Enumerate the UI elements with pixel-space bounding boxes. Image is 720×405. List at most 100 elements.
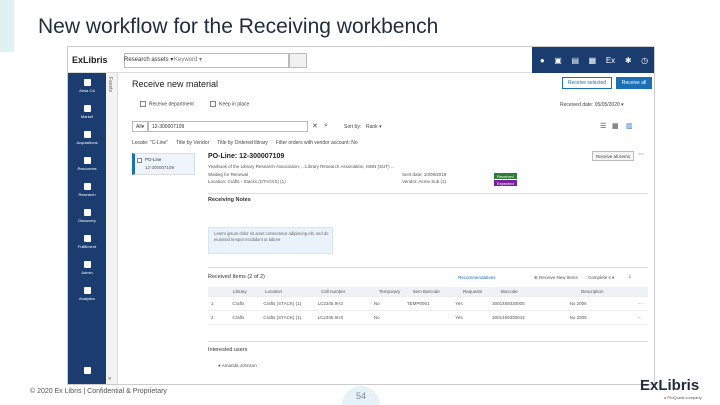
receive-department-checkbox[interactable]: Receive department — [140, 101, 194, 107]
slide: New workflow for the Receiving workbench… — [0, 0, 720, 405]
corner-accent — [0, 0, 14, 52]
receiving-notes-box[interactable]: Lorem ipsum dolor sit amet consectetur a… — [208, 227, 333, 254]
calendar-icon[interactable]: ▦ — [589, 56, 597, 65]
table-cell: TEMP0001 — [406, 301, 430, 306]
search-icon[interactable]: ⌕ — [324, 122, 328, 130]
clear-icon[interactable]: ✕ — [312, 122, 318, 130]
filter-chip[interactable]: Title by Vendor — [176, 140, 209, 146]
filter-chip[interactable]: Filter orders with vendor account: No — [276, 140, 358, 146]
table-cell: 3001459330005 — [492, 301, 525, 306]
receiving-notes-label: Receiving Notes — [208, 197, 251, 203]
chart-icon[interactable]: ▤ — [571, 56, 579, 65]
notes-text: Lorem ipsum dolor sit amet consectetur a… — [214, 231, 329, 242]
column-header[interactable]: Location — [262, 289, 318, 294]
status-badge: Expected — [494, 180, 517, 186]
interested-users-label: Interested users — [208, 347, 248, 353]
keep-in-place-checkbox[interactable]: Keep in place — [210, 101, 249, 107]
list-item-subtitle: 12-300007109 — [145, 165, 175, 170]
row-actions-icon[interactable]: ⋯ — [634, 315, 648, 321]
fulfillment-icon — [83, 235, 91, 242]
filter-chip[interactable]: Title by Ordered library — [217, 140, 268, 146]
split-view-icon[interactable]: ▥ — [626, 122, 633, 130]
facets-panel[interactable]: Facets » — [106, 73, 118, 384]
received-items-header: Received Items (2 of 2) Recommendations … — [208, 274, 648, 284]
more-icon[interactable]: ⋯ — [638, 151, 644, 158]
recommendations-link[interactable]: Recommendations — [458, 275, 496, 280]
facets-label: Facets — [107, 77, 113, 93]
table-cell: LC2345.9H3 — [317, 301, 343, 306]
column-header[interactable]: Item Barcode — [410, 289, 460, 294]
sidebar-item-label: Admin — [81, 270, 93, 275]
table-cell: Crafts (STACK) (1) — [263, 315, 302, 320]
interested-user[interactable]: ● Amanda Johnson — [218, 363, 257, 368]
divider — [208, 341, 648, 342]
sidebar-item-market[interactable]: Market — [68, 99, 106, 125]
research-icon — [83, 183, 91, 190]
sidebar-item-label: Analytics — [78, 296, 95, 301]
po-search-input[interactable]: 12-300007109 — [148, 121, 308, 132]
receive-all-button[interactable]: Receive all — [616, 77, 652, 89]
sidebar-item-fulfillment[interactable]: Fulfillment — [68, 229, 106, 255]
received-date[interactable]: Received date: 05/05/2020 ▾ — [560, 102, 624, 108]
left-nav: Alma CA Market Acquisitions Resources Resear… — [68, 73, 106, 384]
row-checkbox[interactable] — [137, 158, 142, 163]
column-header[interactable]: Barcode — [498, 289, 578, 294]
sidebar-item-analytics[interactable]: Analytics — [68, 281, 106, 307]
table-row[interactable]: 1 Crafts Crafts (STACK) (1) LC2345.9H3 No TEM… — [208, 297, 648, 311]
expand-icon[interactable]: » — [108, 376, 111, 382]
waiting-status: Waiting for Renewal — [208, 172, 249, 177]
vendor-line: Vendor: Acme Sub (1) — [402, 179, 447, 184]
column-header[interactable]: Requests — [460, 289, 498, 294]
row-actions-icon[interactable]: ⋯ — [634, 301, 648, 307]
app-logo: ExLibris — [72, 55, 108, 65]
complete-button[interactable]: Complete it ▾ — [588, 275, 614, 281]
sidebar-item-alma-ca[interactable]: Alma CA — [68, 73, 106, 99]
sidebar-item-discovery[interactable]: Discovery — [68, 203, 106, 229]
export-icon[interactable]: ⇩ — [628, 274, 632, 280]
column-header[interactable]: Library — [230, 289, 262, 294]
search-field-select[interactable]: Keyword ▾ — [174, 56, 202, 63]
detail-pane: PO-Line: 12-300007109 Receive all items … — [202, 151, 652, 384]
ex-icon[interactable]: Ex — [606, 56, 615, 65]
cart-icon[interactable]: ▣ — [554, 56, 562, 65]
footer-text: © 2020 Ex Libris | Confidential & Propri… — [30, 388, 167, 395]
sort-select[interactable]: Rank ▾ — [366, 124, 382, 130]
search-button[interactable] — [289, 53, 307, 68]
analytics-icon — [83, 287, 91, 294]
table-cell: No — [373, 315, 380, 320]
sidebar-item-label: Acquisitions — [76, 140, 98, 145]
help-icon[interactable]: ◷ — [641, 56, 648, 65]
location-line: Location: Crafts - Stacks (STACKS) (1) — [208, 179, 286, 184]
search-scope-select[interactable]: Research assets ▾ — [124, 56, 173, 63]
table-header-row: Library Location Call number Temporary Item … — [208, 287, 648, 297]
table-cell: Crafts (STACK) (1) — [263, 301, 302, 306]
sidebar-item-label: Research — [78, 192, 96, 197]
filters-bar: Locate: "C-Line" Title by Vendor Title b… — [132, 137, 652, 149]
column-header[interactable]: Description — [578, 289, 648, 294]
list-item[interactable]: PO-Line 12-300007109 — [132, 153, 195, 175]
table-cell: No 2005 — [569, 315, 587, 320]
list-view-icon[interactable]: ☰ — [600, 122, 606, 130]
column-header[interactable]: Call number — [318, 289, 376, 294]
filter-chip[interactable]: Locate: "C-Line" — [132, 140, 168, 146]
receive-selected-button[interactable]: Receive selected — [562, 77, 612, 89]
sidebar-item-label: Alma CA — [79, 88, 95, 93]
sidebar-item-resources[interactable]: Resources — [68, 151, 106, 177]
receive-new-items-button[interactable]: ⊕ Receive New Items — [534, 275, 578, 281]
search-type-select[interactable]: All ▾ — [132, 121, 148, 132]
grid-view-icon[interactable]: ▦ — [612, 122, 619, 130]
sidebar-item-admin[interactable]: Admin — [68, 255, 106, 281]
nav-bottom-icon[interactable] — [68, 360, 106, 382]
status-badge: Received — [494, 173, 517, 179]
acquisitions-icon — [83, 131, 91, 138]
sidebar-item-research[interactable]: Research — [68, 177, 106, 203]
receive-all-items-button[interactable]: Receive all items — [592, 151, 634, 161]
sidebar-item-acquisitions[interactable]: Acquisitions — [68, 125, 106, 151]
table-cell: Yes — [455, 301, 463, 306]
column-header[interactable]: Temporary — [376, 289, 410, 294]
table-row[interactable]: 2 Crafts Crafts (STACK) (1) LC2345.9H3 No Yes… — [208, 311, 648, 325]
map-marker-icon[interactable]: ● — [540, 56, 545, 65]
discovery-icon — [83, 209, 91, 216]
table-cell: LC2345.9H3 — [317, 315, 343, 320]
gear-icon[interactable]: ✱ — [625, 56, 632, 65]
